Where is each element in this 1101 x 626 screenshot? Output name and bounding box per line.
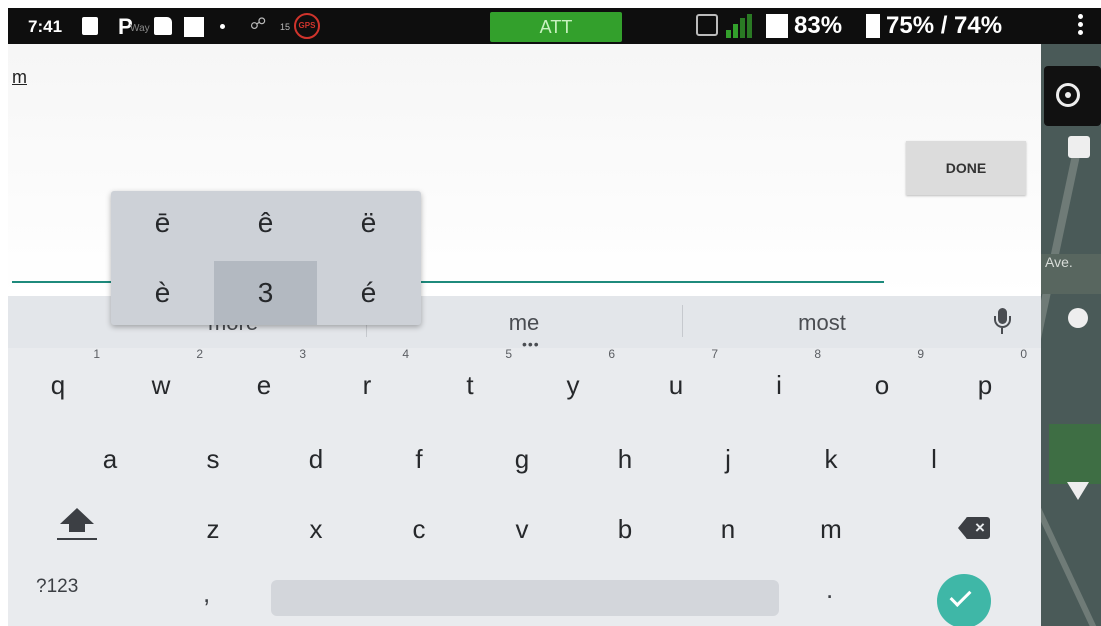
- status-time: 7:41: [28, 17, 63, 36]
- key-e[interactable]: e3: [214, 347, 314, 418]
- key-l[interactable]: l: [884, 426, 984, 492]
- suggestion-divider: [682, 305, 683, 337]
- shift-key-icon[interactable]: [54, 504, 102, 544]
- carrier-label: ATT: [490, 12, 622, 42]
- symbols-key[interactable]: ?123: [36, 576, 78, 598]
- map-green-area: [1049, 424, 1101, 484]
- checkmark-icon: [949, 585, 972, 607]
- microphone-icon[interactable]: [994, 308, 1011, 336]
- key-w[interactable]: w2: [111, 347, 211, 418]
- gps-icon: GPS: [294, 13, 320, 39]
- notification-square-icon: [184, 17, 204, 37]
- map-dot-marker[interactable]: [1068, 308, 1088, 328]
- accent-e-acute[interactable]: é: [317, 261, 420, 325]
- accent-e-macron[interactable]: ē: [111, 191, 214, 255]
- battery-charging-icon: [766, 14, 788, 38]
- notification-dot-icon: [220, 24, 225, 29]
- map-view[interactable]: Ave.: [1041, 44, 1101, 626]
- period-key[interactable]: .: [826, 574, 846, 605]
- sd-card-icon: [154, 17, 172, 35]
- key-g[interactable]: g: [472, 426, 572, 492]
- key-r[interactable]: r4: [317, 347, 417, 418]
- key-p[interactable]: p0: [935, 347, 1035, 418]
- key-i[interactable]: i8: [729, 347, 829, 418]
- accent-e-grave[interactable]: è: [111, 261, 214, 325]
- accent-digit-3[interactable]: 3: [214, 261, 317, 325]
- usb-icon: [82, 17, 98, 35]
- key-c[interactable]: c: [369, 496, 469, 562]
- status-bar: 7:41 P Way ☍ 15 GPS ATT 83% 75% / 74%: [8, 8, 1101, 44]
- key-y[interactable]: y6: [523, 347, 623, 418]
- satellite-count: 15: [280, 22, 291, 32]
- comma-key[interactable]: ,: [203, 578, 223, 609]
- backspace-icon[interactable]: ×: [958, 517, 990, 539]
- accent-e-diaeresis[interactable]: ë: [317, 191, 420, 255]
- waypoint-label: Way: [130, 23, 150, 34]
- key-b[interactable]: b: [575, 496, 675, 562]
- key-o[interactable]: o9: [832, 347, 932, 418]
- battery-percent-1: 83%: [794, 12, 843, 39]
- accent-popup: ē ê ë è 3 é: [111, 191, 421, 325]
- key-j[interactable]: j: [678, 426, 778, 492]
- suggestion-me[interactable]: me: [424, 310, 624, 336]
- space-bar[interactable]: [271, 580, 779, 616]
- key-t[interactable]: t5: [420, 347, 520, 418]
- key-n[interactable]: n: [678, 496, 778, 562]
- signal-strength-icon: [726, 14, 752, 38]
- key-a[interactable]: a: [60, 426, 160, 492]
- suggestion-more-dots: •••: [522, 336, 540, 352]
- battery-percent-2: 75% / 74%: [886, 12, 1003, 39]
- satellite-icon: ☍: [250, 16, 267, 33]
- accent-e-circumflex[interactable]: ê: [214, 191, 317, 255]
- key-v[interactable]: v: [472, 496, 572, 562]
- key-u[interactable]: u7: [626, 347, 726, 418]
- key-h[interactable]: h: [575, 426, 675, 492]
- battery-icon: [866, 14, 880, 38]
- key-x[interactable]: x: [266, 496, 366, 562]
- suggestion-most[interactable]: most: [722, 310, 922, 336]
- key-s[interactable]: s: [163, 426, 263, 492]
- map-square-marker[interactable]: [1068, 136, 1090, 158]
- overflow-menu-icon[interactable]: [1078, 14, 1084, 38]
- enter-key[interactable]: [937, 574, 991, 626]
- key-z[interactable]: z: [163, 496, 263, 562]
- locate-button[interactable]: [1044, 66, 1101, 126]
- done-button[interactable]: DONE: [906, 141, 1026, 195]
- text-input-field[interactable]: m: [12, 67, 27, 88]
- key-f[interactable]: f: [369, 426, 469, 492]
- key-d[interactable]: d: [266, 426, 366, 492]
- remote-controller-icon: [696, 14, 718, 36]
- key-m[interactable]: m: [781, 496, 881, 562]
- map-triangle-marker[interactable]: [1067, 482, 1089, 500]
- soft-keyboard: more me ••• most q1 w2 e3 r4 t5 y6 u7 i8…: [8, 296, 1041, 626]
- street-label: Ave.: [1045, 254, 1073, 270]
- key-k[interactable]: k: [781, 426, 881, 492]
- key-q[interactable]: q1: [8, 347, 108, 418]
- locate-icon: [1056, 83, 1080, 107]
